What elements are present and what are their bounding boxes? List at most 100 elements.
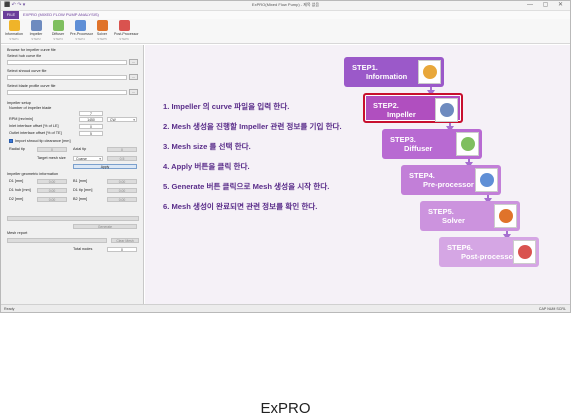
title-bar: ⬛ ↶ ↷ ▾ ExPRO(Mixed Flow Pump) - 제목 없음 —… xyxy=(1,1,570,11)
hub-curve-label: Select hub curve file xyxy=(7,54,42,58)
geo-label: B1 [mm] xyxy=(73,179,88,183)
step-thumbnail-shape xyxy=(461,137,475,151)
ribbon-button-label: Information xyxy=(5,32,23,36)
step-box-6[interactable]: STEP6. Post-processor xyxy=(439,237,539,267)
ribbon-button-label: Pre-Processor xyxy=(70,32,93,36)
app-window: ⬛ ↶ ↷ ▾ ExPRO(Mixed Flow Pump) - 제목 없음 —… xyxy=(0,0,571,313)
impeller-setup-title: Impeller setup xyxy=(7,101,31,105)
outlet-offset-field[interactable]: 5 xyxy=(79,131,103,136)
ribbon-button-label: Solver xyxy=(96,32,108,36)
axial-tip-label: Axial tip xyxy=(73,147,87,151)
ribbon-button-label: Impeller xyxy=(29,32,43,36)
tip-clearance-label: Import shroud tip clearance [mm] xyxy=(15,139,71,143)
ribbon-toolbar: Information STEP1 Impeller STEP2 Diffuser STE… xyxy=(1,19,570,44)
step-thumbnail-shape xyxy=(440,103,454,117)
radial-tip-field[interactable]: 0 xyxy=(37,147,67,152)
caption: ExPRO xyxy=(260,400,311,417)
blade-browse-button[interactable]: ... xyxy=(129,89,138,95)
instruction-item: 5. Generate 버튼 클릭으로 Mesh 생성을 시작 한다. xyxy=(163,182,330,191)
instruction-item: 6. Mesh 생성이 완료되면 관련 정보를 확인 한다. xyxy=(163,202,318,211)
ribbon-button-information[interactable]: Information STEP1 xyxy=(4,20,24,43)
num-blade-label: Number of impeller blade xyxy=(9,106,52,110)
ribbon-step-label: STEP5 xyxy=(97,37,107,41)
geo-label: D1 tip [mm] xyxy=(73,188,93,192)
instruction-item: 4. Apply 버튼을 클릭 한다. xyxy=(163,162,250,171)
ribbon-button-label: Diffuser xyxy=(51,32,65,36)
ribbon-button-impeller[interactable]: Impeller STEP2 xyxy=(26,20,46,43)
mesh-report-label: Mesh report xyxy=(7,231,28,235)
rotation-direction-select[interactable]: CW xyxy=(107,117,137,122)
status-bar: Ready CAP NUM SCRL xyxy=(1,304,570,312)
blade-curve-label: Select blade profile curve file xyxy=(7,84,56,88)
step-box-2[interactable]: STEP2. Impeller xyxy=(363,93,463,123)
mesh-report-bar xyxy=(7,238,107,243)
geo-value: 0.00 xyxy=(107,188,137,193)
inlet-offset-label: Inlet interface offset [% of LE] xyxy=(9,124,59,128)
generate-button[interactable]: Generate xyxy=(73,224,137,229)
ribbon-step-label: STEP3 xyxy=(53,37,63,41)
step-thumbnail-icon xyxy=(494,204,517,228)
axial-tip-field[interactable]: 0 xyxy=(107,147,137,152)
geo-value: 0.00 xyxy=(107,197,137,202)
mesh-icon xyxy=(74,20,86,31)
step-thumbnail-icon xyxy=(475,168,498,192)
status-text: Ready xyxy=(4,307,15,311)
rpm-label: RPM [rev/min] xyxy=(9,117,34,121)
step-box-1[interactable]: STEP1. Information xyxy=(344,57,444,87)
left-panel: Browse for impeller curve file Select hu… xyxy=(1,45,144,305)
step-thumbnail-icon xyxy=(513,240,536,264)
ribbon-step-label: STEP6 xyxy=(119,37,129,41)
window-controls[interactable]: — ▢ ✕ xyxy=(527,1,567,8)
geo-value: 0.00 xyxy=(107,179,137,184)
num-blade-field[interactable]: 7 xyxy=(79,111,103,116)
step-thumbnail-shape xyxy=(423,65,437,79)
ribbon-button-post-processor[interactable]: Post-Processor STEP6 xyxy=(114,20,139,43)
shroud-curve-input[interactable] xyxy=(7,75,127,80)
main-workspace: 1. Impeller 의 curve 파일을 입력 한다. 2. Mesh 생성… xyxy=(145,45,570,305)
hub-browse-button[interactable]: ... xyxy=(129,59,138,65)
menu-bar: FILE EXPRO (MIXED FLOW PUMP ANALYSIS) xyxy=(1,11,570,19)
tip-clearance-checkbox[interactable] xyxy=(9,139,13,143)
ribbon-step-label: STEP2 xyxy=(31,37,41,41)
apply-button[interactable]: Apply xyxy=(73,164,137,169)
ribbon-button-pre-processor[interactable]: Pre-Processor STEP4 xyxy=(70,20,93,43)
step-box-5[interactable]: STEP5. Solver xyxy=(420,201,520,231)
outlet-offset-label: Outlet interface offset [% of TE] xyxy=(9,131,62,135)
step-thumbnail-icon xyxy=(418,60,441,84)
total-nodes-label: Total nodes xyxy=(73,247,93,251)
ribbon-button-diffuser[interactable]: Diffuser STEP3 xyxy=(48,20,68,43)
ribbon-button-solver[interactable]: Solver STEP5 xyxy=(92,20,112,43)
geo-label: D1 hub [mm] xyxy=(9,188,31,192)
geo-label: D1 [mm] xyxy=(9,179,24,183)
status-indicators: CAP NUM SCRL xyxy=(538,307,566,311)
window-title: ExPRO(Mixed Flow Pump) - 제목 없음 xyxy=(251,2,320,7)
geo-value: 0.00 xyxy=(37,179,67,184)
radial-tip-label: Radial tip xyxy=(9,147,25,151)
geo-value: 0.00 xyxy=(37,197,67,202)
geo-label: D2 [mm] xyxy=(9,197,24,201)
target-mesh-label: Target mesh size xyxy=(37,156,66,160)
hub-curve-input[interactable] xyxy=(7,60,127,65)
step-thumbnail-shape xyxy=(518,245,532,259)
step-box-3[interactable]: STEP3. Diffuser xyxy=(382,129,482,159)
ribbon-step-label: STEP1 xyxy=(9,37,19,41)
step-thumbnail-icon xyxy=(435,98,458,122)
browse-title: Browse for impeller curve file xyxy=(7,48,56,52)
inlet-offset-field[interactable]: 0 xyxy=(79,124,103,129)
total-nodes-field: 0 xyxy=(107,247,137,252)
ribbon-tab-title[interactable]: EXPRO (MIXED FLOW PUMP ANALYSIS) xyxy=(23,12,99,17)
instruction-item: 3. Mesh size 를 선택 한다. xyxy=(163,142,251,151)
target-mesh-value: 0.5 xyxy=(107,156,137,161)
solver-icon xyxy=(96,20,108,31)
target-mesh-select[interactable]: Coarse xyxy=(73,156,103,161)
step-box-4[interactable]: STEP4. Pre-processor xyxy=(401,165,501,195)
generate-progress-bar xyxy=(7,216,139,221)
clear-mesh-button[interactable]: Clear Mesh xyxy=(111,238,139,243)
impeller-icon xyxy=(30,20,42,31)
file-tab[interactable]: FILE xyxy=(3,11,19,19)
shroud-curve-label: Select shroud curve file xyxy=(7,69,47,73)
rpm-field[interactable]: 1450 xyxy=(79,117,103,122)
blade-curve-input[interactable] xyxy=(7,90,127,95)
chart-icon xyxy=(118,20,130,31)
shroud-browse-button[interactable]: ... xyxy=(129,74,138,80)
